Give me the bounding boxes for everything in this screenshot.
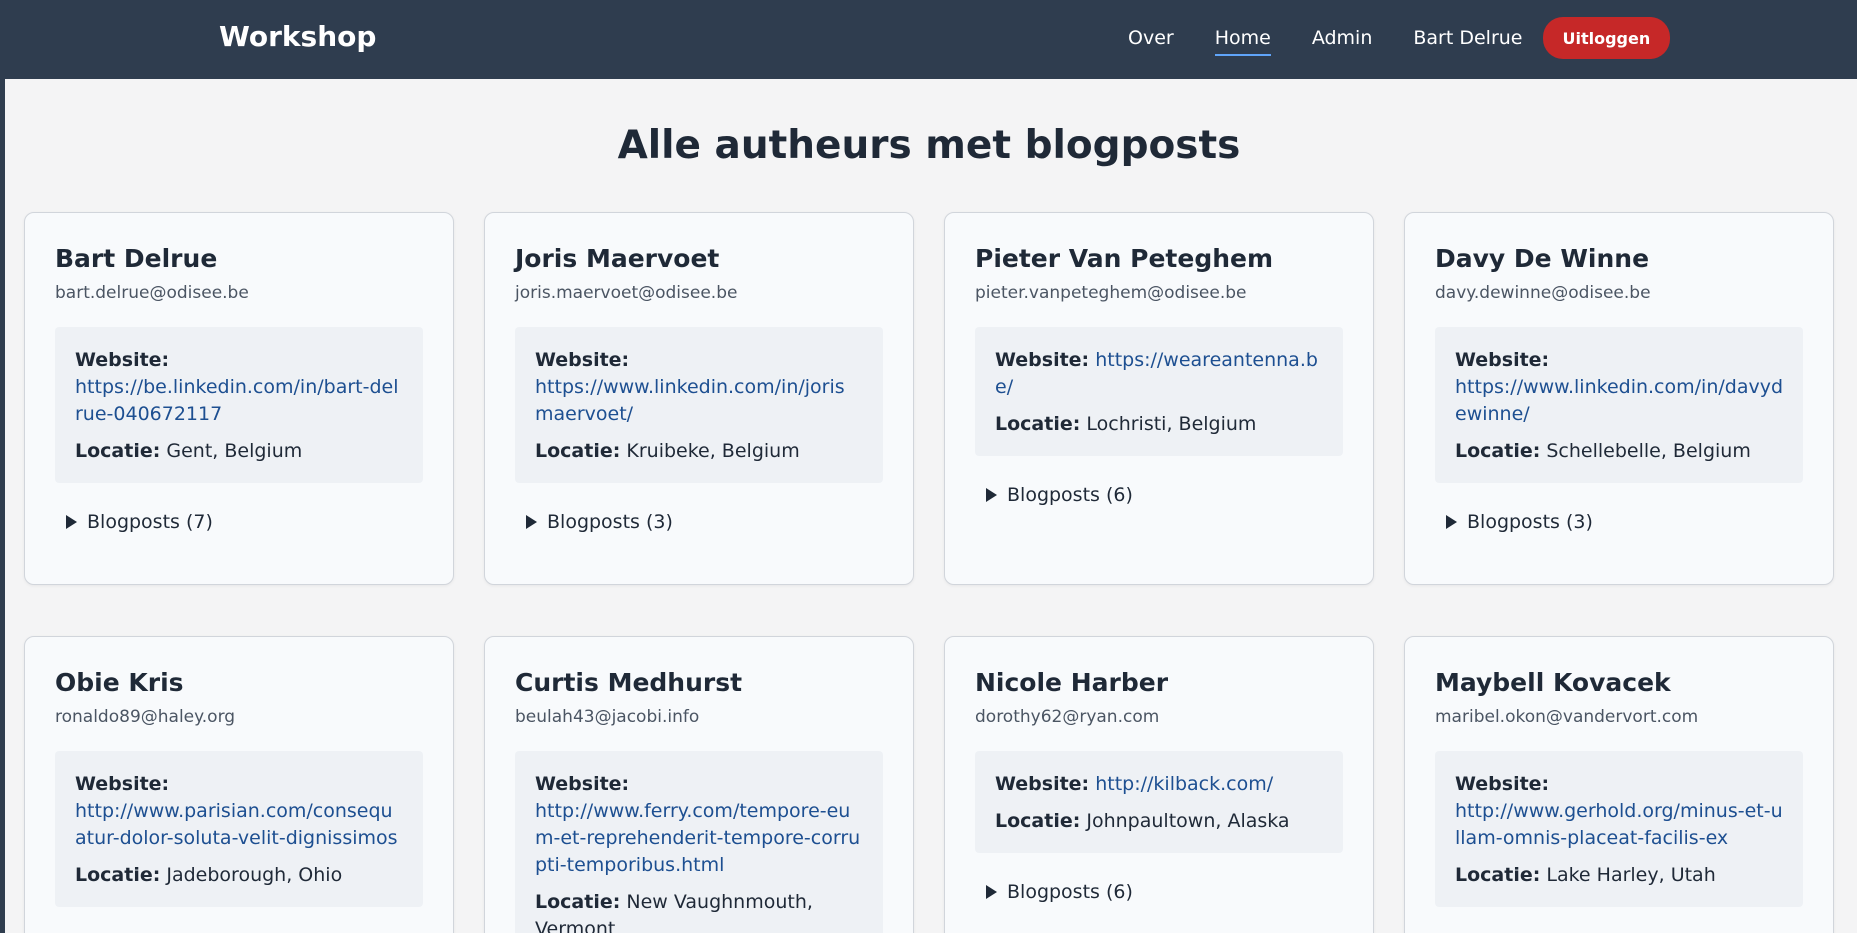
location-label: Locatie: (1455, 440, 1541, 462)
author-card: Obie Kris ronaldo89@haley.org Website: ht… (24, 636, 454, 933)
website-label: Website: (535, 349, 630, 371)
blogposts-toggle[interactable]: Blogposts (3) (526, 507, 883, 537)
author-info-box: Website: https://www.linkedin.com/in/davy… (1435, 327, 1803, 483)
location-value: Johnpaultown, Alaska (1086, 810, 1290, 832)
location-label: Locatie: (535, 440, 621, 462)
author-name: Davy De Winne (1435, 244, 1650, 273)
website-label: Website: (535, 773, 630, 795)
author-card: Bart Delrue bart.delrue@odisee.be Websit… (24, 212, 454, 585)
website-label: Website: (75, 773, 170, 795)
website-label: Website: (995, 773, 1090, 795)
website-label: Website: (1455, 349, 1550, 371)
location-label: Locatie: (75, 864, 161, 886)
author-name: Nicole Harber (975, 668, 1169, 697)
author-email: joris.maervoet@odisee.be (515, 283, 738, 303)
website-link[interactable]: http://www.ferry.com/tempore-eum-et-repr… (535, 800, 860, 876)
blogposts-label: Blogposts (7) (87, 511, 213, 533)
page-title: Alle autheurs met blogposts (617, 123, 1241, 168)
author-name: Maybell Kovacek (1435, 668, 1671, 697)
author-email: dorothy62@ryan.com (975, 707, 1160, 727)
author-info-box: Website: https://www.linkedin.com/in/jori… (515, 327, 883, 483)
author-email: bart.delrue@odisee.be (55, 283, 249, 303)
location-value: Schellebelle, Belgium (1546, 440, 1751, 462)
location-value: Gent, Belgium (166, 440, 303, 462)
author-email: ronaldo89@haley.org (55, 707, 236, 727)
author-email: davy.dewinne@odisee.be (1435, 283, 1651, 303)
author-card: Davy De Winne davy.dewinne@odisee.be Web… (1404, 212, 1834, 585)
location-value: Jadeborough, Ohio (166, 864, 343, 886)
author-name: Joris Maervoet (515, 244, 720, 273)
disclosure-triangle-icon (1446, 515, 1457, 529)
author-info-box: Website: http://www.ferry.com/tempore-eum… (515, 751, 883, 933)
blogposts-toggle[interactable]: Blogposts (6) (986, 480, 1343, 510)
author-card: Curtis Medhurst beulah43@jacobi.info Web… (484, 636, 914, 933)
disclosure-triangle-icon (986, 488, 997, 502)
disclosure-triangle-icon (526, 515, 537, 529)
author-name: Pieter Van Peteghem (975, 244, 1274, 273)
author-card: Nicole Harber dorothy62@ryan.com Website… (944, 636, 1374, 933)
author-email: pieter.vanpeteghem@odisee.be (975, 283, 1247, 303)
author-info-box: Website: http://www.gerhold.org/minus-et-… (1435, 751, 1803, 907)
website-link[interactable]: http://www.parisian.com/consequatur-dolo… (75, 800, 398, 849)
main-content: Alle autheurs met blogposts Bart Delrue … (5, 79, 1857, 933)
website-label: Website: (75, 349, 170, 371)
blogposts-label: Blogposts (3) (1467, 511, 1593, 533)
author-name: Curtis Medhurst (515, 668, 743, 697)
website-link[interactable]: https://www.linkedin.com/in/davydewinne/ (1455, 376, 1783, 425)
blogposts-label: Blogposts (6) (1007, 881, 1133, 903)
logout-button[interactable]: Uitloggen (1542, 17, 1671, 59)
website-link[interactable]: https://be.linkedin.com/in/bart-delrue-0… (75, 376, 398, 425)
location-value: Lake Harley, Utah (1546, 864, 1716, 886)
disclosure-triangle-icon (66, 515, 77, 529)
navbar: Workshop Over Home Admin Bart Delrue Uit… (0, 0, 1857, 79)
author-email: beulah43@jacobi.info (515, 707, 700, 727)
nav-links: Over Home Admin Bart Delrue Uitloggen (1128, 17, 1671, 59)
website-link[interactable]: http://www.gerhold.org/minus-et-ullam-om… (1455, 800, 1783, 849)
website-link[interactable]: https://www.linkedin.com/in/jorismaervoe… (535, 376, 845, 425)
author-name: Obie Kris (55, 668, 184, 697)
blogposts-label: Blogposts (6) (1007, 484, 1133, 506)
location-value: Kruibeke, Belgium (626, 440, 800, 462)
location-label: Locatie: (535, 891, 621, 913)
nav-link-over[interactable]: Over (1128, 17, 1174, 59)
location-label: Locatie: (995, 413, 1081, 435)
location-value: Lochristi, Belgium (1086, 413, 1257, 435)
website-label: Website: (1455, 773, 1550, 795)
nav-user-name[interactable]: Bart Delrue (1413, 17, 1522, 59)
location-label: Locatie: (995, 810, 1081, 832)
author-card: Maybell Kovacek maribel.okon@vandervort.… (1404, 636, 1834, 933)
blogposts-toggle[interactable]: Blogposts (7) (66, 507, 423, 537)
author-card: Joris Maervoet joris.maervoet@odisee.be … (484, 212, 914, 585)
blogposts-toggle[interactable]: Blogposts (6) (986, 877, 1343, 907)
disclosure-triangle-icon (986, 885, 997, 899)
author-name: Bart Delrue (55, 244, 218, 273)
author-info-box: Website: https://be.linkedin.com/in/bart-… (55, 327, 423, 483)
nav-link-admin[interactable]: Admin (1312, 17, 1373, 59)
nav-link-home[interactable]: Home (1214, 17, 1271, 59)
location-label: Locatie: (75, 440, 161, 462)
blogposts-toggle[interactable]: Blogposts (3) (1446, 507, 1803, 537)
author-info-box: Website: http://kilback.com/ Locatie: Jo… (975, 751, 1343, 853)
author-email: maribel.okon@vandervort.com (1435, 707, 1699, 727)
location-label: Locatie: (1455, 864, 1541, 886)
brand-logo[interactable]: Workshop (219, 20, 376, 53)
website-label: Website: (995, 349, 1090, 371)
author-info-box: Website: https://weareantenna.be/ Locati… (975, 327, 1343, 456)
author-info-box: Website: http://www.parisian.com/consequa… (55, 751, 423, 907)
author-card: Pieter Van Peteghem pieter.vanpeteghem@o… (944, 212, 1374, 585)
website-link[interactable]: http://kilback.com/ (1095, 773, 1273, 795)
blogposts-label: Blogposts (3) (547, 511, 673, 533)
